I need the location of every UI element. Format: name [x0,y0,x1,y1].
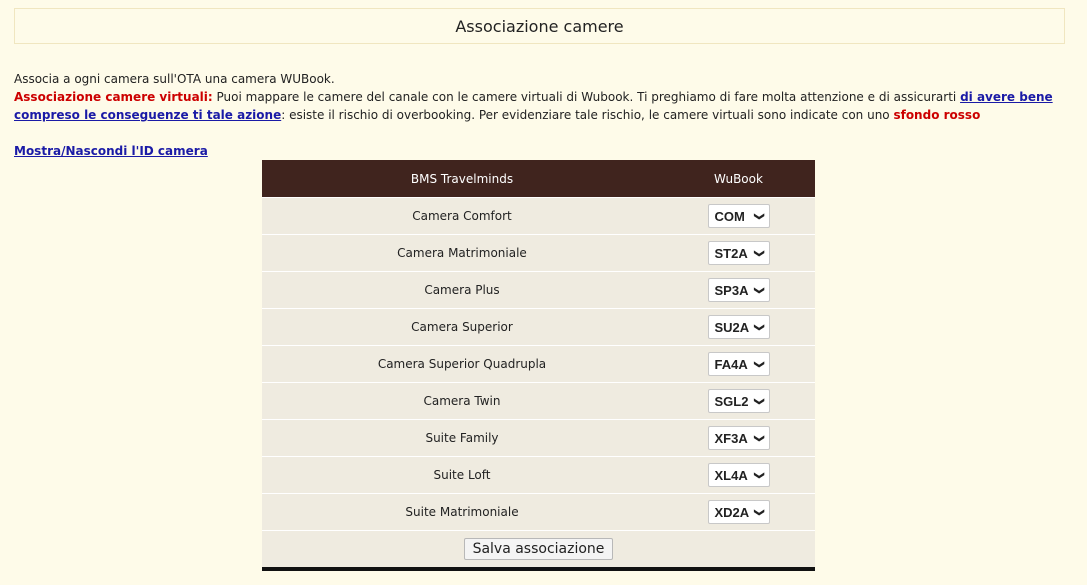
wubook-room-select[interactable]: ST2A ❯ [707,241,770,265]
wubook-room-select[interactable]: FA4A ❯ [707,352,770,376]
page-title-bar: Associazione camere [14,8,1065,44]
column-header-wubook: WuBook [714,171,763,186]
room-select-cell: SGL2 ❯ [662,389,815,413]
table-header: BMS Travelminds WuBook [262,160,815,197]
description: Associa a ogni camera sull'OTA una camer… [14,70,1074,124]
save-row: Salva associazione [262,530,815,567]
room-name: Camera Plus [424,283,500,297]
virtual-rooms-note: Associazione camere virtuali: Puoi mappa… [14,88,1074,124]
table-row: Suite Loft XL4A ❯ [262,456,815,493]
table-row: Camera Superior SU2A ❯ [262,308,815,345]
table-row: Suite Matrimoniale XD2A ❯ [262,493,815,530]
selected-room-code: XF3A [714,430,748,446]
wubook-room-select[interactable]: SGL2 ❯ [707,389,770,413]
wubook-room-select[interactable]: COM ❯ [707,204,770,228]
selected-room-code: SU2A [714,319,750,335]
page-title: Associazione camere [455,16,624,36]
selected-room-code: XL4A [714,467,748,483]
chevron-down-icon: ❯ [753,433,765,443]
chevron-down-icon: ❯ [753,248,765,258]
room-select-cell: XF3A ❯ [662,426,815,450]
wubook-room-select[interactable]: SP3A ❯ [707,278,770,302]
room-name: Suite Family [425,431,499,445]
chevron-down-icon: ❯ [753,396,765,406]
room-name: Suite Loft [433,468,491,482]
room-name: Camera Superior Quadrupla [377,357,547,371]
table-row: Camera Twin SGL2 ❯ [262,382,815,419]
column-header-bms: BMS Travelminds [410,171,514,186]
table-row: Camera Plus SP3A ❯ [262,271,815,308]
virtual-rooms-text-2: : esiste il rischio di overbooking. Per … [281,108,894,122]
chevron-down-icon: ❯ [753,507,765,517]
selected-room-code: FA4A [714,356,748,372]
wubook-room-select[interactable]: SU2A ❯ [707,315,770,339]
red-background-text: sfondo rosso [893,108,981,122]
wubook-room-select[interactable]: XF3A ❯ [707,426,770,450]
table-row: Suite Family XF3A ❯ [262,419,815,456]
room-select-cell: SP3A ❯ [662,278,815,302]
chevron-down-icon: ❯ [753,211,765,221]
table-row: Camera Superior Quadrupla FA4A ❯ [262,345,815,382]
selected-room-code: SP3A [714,282,749,298]
virtual-rooms-label: Associazione camere virtuali: [14,90,213,104]
table-row: Camera Matrimoniale ST2A ❯ [262,234,815,271]
room-name: Camera Matrimoniale [397,246,527,260]
selected-room-code: COM [714,208,745,224]
room-mapping-table: BMS Travelminds WuBook Camera Comfort COM… [262,160,815,571]
table-row: Camera Comfort COM ❯ [262,197,815,234]
selected-room-code: XD2A [714,504,750,520]
room-name: Camera Superior [411,320,513,334]
intro-text: Associa a ogni camera sull'OTA una camer… [14,72,335,86]
room-select-cell: ST2A ❯ [662,241,815,265]
selected-room-code: SGL2 [714,393,749,409]
chevron-down-icon: ❯ [753,322,765,332]
room-select-cell: XL4A ❯ [662,463,815,487]
room-select-cell: SU2A ❯ [662,315,815,339]
toggle-room-id-link[interactable]: Mostra/Nascondi l'ID camera [14,144,208,158]
room-select-cell: XD2A ❯ [662,500,815,524]
room-name: Camera Twin [423,394,501,408]
chevron-down-icon: ❯ [753,359,765,369]
wubook-room-select[interactable]: XL4A ❯ [707,463,770,487]
wubook-room-select[interactable]: XD2A ❯ [707,500,770,524]
room-select-cell: COM ❯ [662,204,815,228]
chevron-down-icon: ❯ [753,470,765,480]
selected-room-code: ST2A [714,245,748,261]
room-select-cell: FA4A ❯ [662,352,815,376]
room-name: Suite Matrimoniale [405,505,519,519]
virtual-rooms-text-1: Puoi mappare le camere del canale con le… [212,90,961,104]
chevron-down-icon: ❯ [753,285,765,295]
room-name: Camera Comfort [412,209,512,223]
save-association-button[interactable]: Salva associazione [463,538,614,560]
